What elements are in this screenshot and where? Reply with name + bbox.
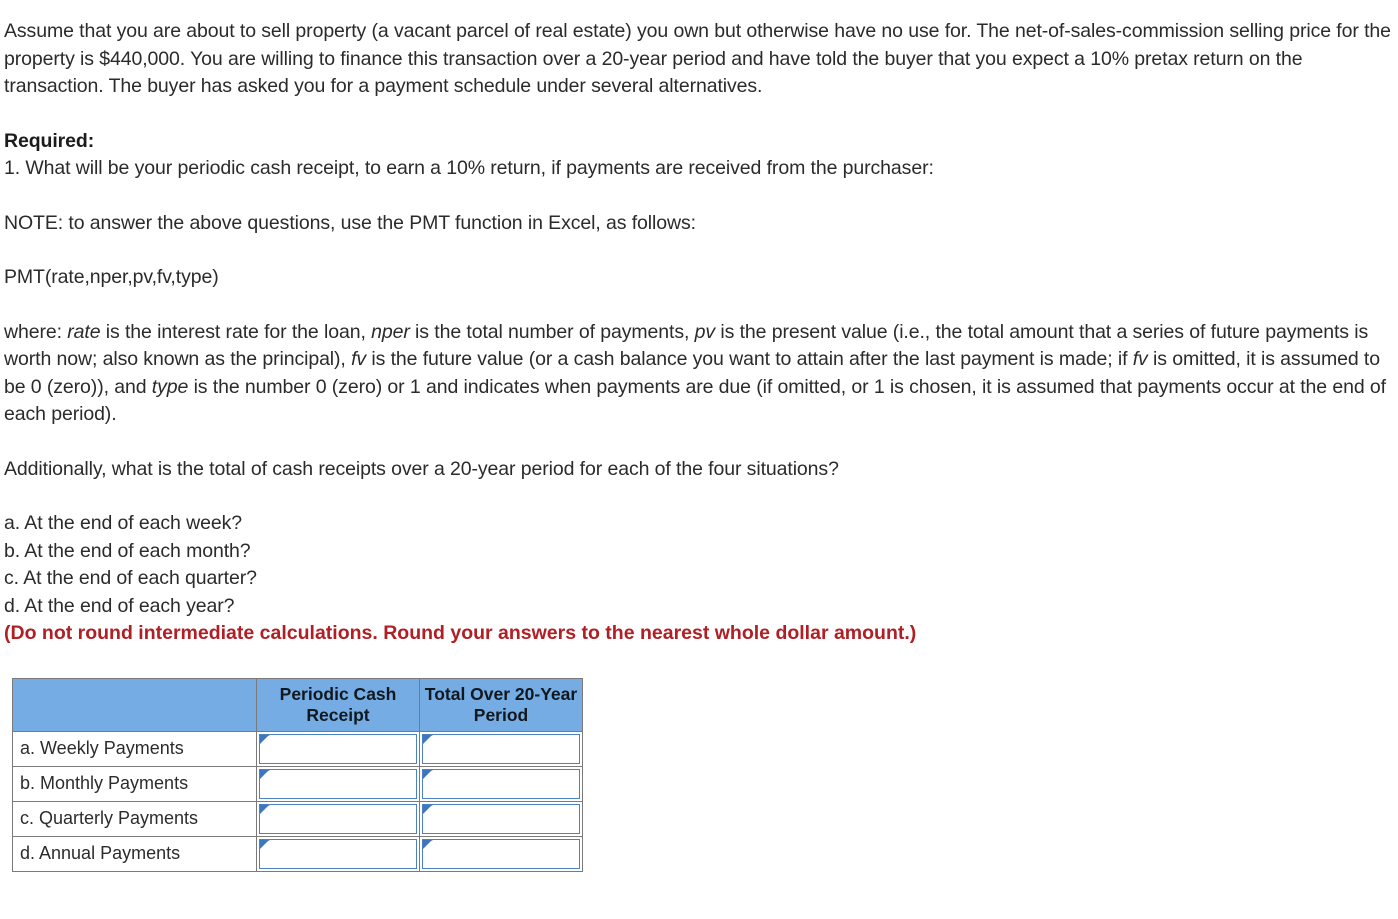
pmt-note: NOTE: to answer the above questions, use… [4, 211, 696, 234]
input-wrapper[interactable] [422, 768, 580, 799]
cell-monthly-periodic[interactable] [256, 765, 420, 802]
term-rate: rate [67, 320, 101, 343]
term-fv-2: fv [1132, 348, 1148, 370]
where-seg-6: is the number 0 (zero) or 1 and indicate… [4, 375, 1386, 426]
where-seg-2: is the total number of payments, [409, 320, 695, 343]
required-heading: Required: [4, 129, 95, 152]
row-label-weekly: a. Weekly Payments [12, 730, 257, 767]
rounding-instruction: (Do not round intermediate calculations.… [4, 622, 917, 644]
row-label-annual: d. Annual Payments [12, 835, 257, 872]
table-row: d. Annual Payments [12, 835, 583, 872]
question-1: 1. What will be your periodic cash recei… [4, 157, 934, 179]
option-b: b. At the end of each month? [4, 539, 251, 562]
intro-paragraph: Assume that you are about to sell proper… [4, 20, 1391, 97]
input-wrapper[interactable] [259, 733, 417, 764]
term-pv: pv [694, 320, 716, 343]
term-fv: fv [351, 348, 367, 370]
table-row: c. Quarterly Payments [12, 800, 583, 837]
header-blank [12, 677, 257, 732]
cell-annual-periodic[interactable] [256, 835, 420, 872]
where-seg-4: is the future value (or a cash balance y… [366, 348, 1133, 370]
input-monthly-periodic-cash-receipt[interactable] [260, 769, 416, 798]
where-seg-1: is the interest rate for the loan, [100, 320, 372, 343]
where-definitions: where: rate is the interest rate for the… [4, 319, 1394, 429]
option-a: a. At the end of each week? [4, 512, 242, 534]
question-page: Assume that you are about to sell proper… [0, 0, 1398, 919]
header-row: Periodic Cash Receipt Total Over 20-Year… [12, 677, 583, 732]
input-quarterly-total-over-20-year[interactable] [423, 804, 579, 833]
answer-table-wrapper: Periodic Cash Receipt Total Over 20-Year… [12, 677, 1394, 872]
where-lead: where: [4, 320, 68, 343]
option-c: c. At the end of each quarter? [4, 567, 257, 589]
term-nper: nper [371, 320, 410, 343]
option-d: d. At the end of each year? [4, 594, 235, 617]
input-weekly-total-over-20-year[interactable] [423, 734, 579, 763]
cell-monthly-total[interactable] [419, 765, 583, 802]
header-total-over-20-year-period: Total Over 20-Year Period [419, 677, 583, 732]
table-row: b. Monthly Payments [12, 765, 583, 802]
input-monthly-total-over-20-year[interactable] [423, 769, 579, 798]
pmt-formula: PMT(rate,nper,pv,fv,type) [4, 266, 219, 288]
term-type: type [151, 375, 189, 398]
input-wrapper[interactable] [422, 733, 580, 764]
input-wrapper[interactable] [422, 838, 580, 869]
input-wrapper[interactable] [259, 803, 417, 834]
answer-table: Periodic Cash Receipt Total Over 20-Year… [12, 677, 583, 872]
cell-quarterly-total[interactable] [419, 800, 583, 837]
cell-annual-total[interactable] [419, 835, 583, 872]
input-wrapper[interactable] [422, 803, 580, 834]
input-wrapper[interactable] [259, 768, 417, 799]
input-annual-periodic-cash-receipt[interactable] [260, 839, 416, 868]
options-list: a. At the end of each week? b. At the en… [4, 510, 1394, 620]
input-wrapper[interactable] [259, 838, 417, 869]
input-annual-total-over-20-year[interactable] [423, 839, 579, 868]
cell-quarterly-periodic[interactable] [256, 800, 420, 837]
row-label-quarterly: c. Quarterly Payments [12, 800, 257, 837]
input-quarterly-periodic-cash-receipt[interactable] [260, 804, 416, 833]
table-head: Periodic Cash Receipt Total Over 20-Year… [12, 677, 583, 732]
cell-weekly-periodic[interactable] [256, 730, 420, 767]
table-row: a. Weekly Payments [12, 730, 583, 767]
header-periodic-cash-receipt: Periodic Cash Receipt [256, 677, 420, 732]
table-body: a. Weekly Payments b. Monthly Payments c… [12, 730, 583, 872]
input-weekly-periodic-cash-receipt[interactable] [260, 734, 416, 763]
cell-weekly-total[interactable] [419, 730, 583, 767]
additional-question: Additionally, what is the total of cash … [4, 457, 839, 480]
row-label-monthly: b. Monthly Payments [12, 765, 257, 802]
